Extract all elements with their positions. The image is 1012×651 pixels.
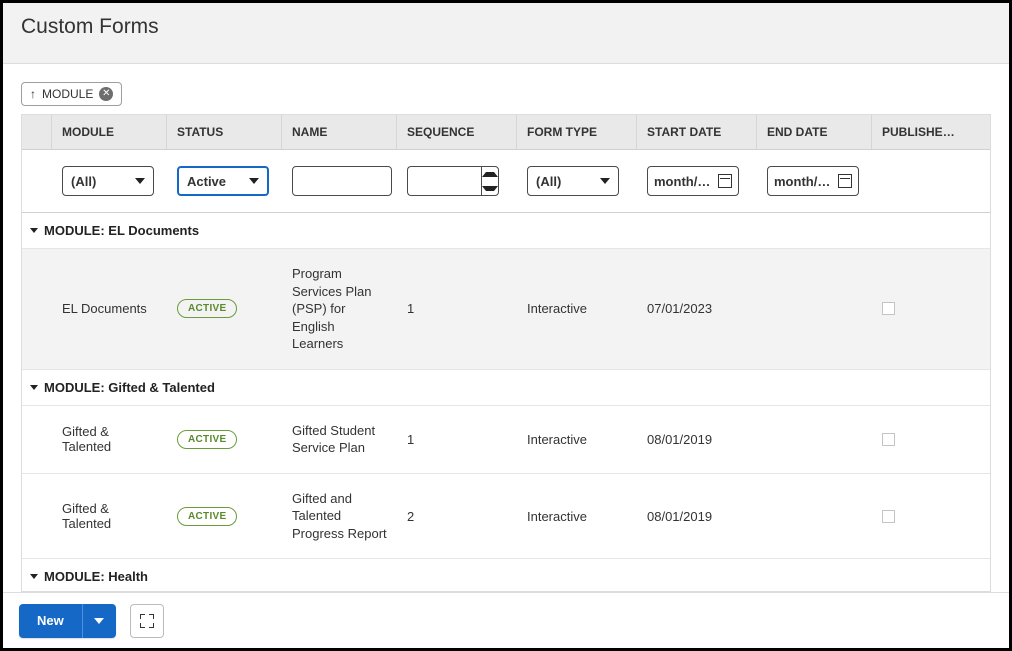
- grid-header-row: MODULE STATUS NAME SEQUENCE FORM TYPE ST…: [22, 115, 990, 150]
- cell-name: Gifted and Talented Progress Report: [282, 474, 397, 559]
- column-header-startdate[interactable]: START DATE: [637, 115, 757, 149]
- cell-published: [872, 474, 972, 559]
- status-badge: ACTIVE: [177, 507, 237, 526]
- filter-module-select[interactable]: (All): [62, 166, 154, 196]
- new-button-dropdown[interactable]: [82, 604, 116, 638]
- collapse-icon: [30, 385, 38, 390]
- cell-module: Gifted & Talented: [52, 474, 167, 559]
- cell-status: ACTIVE: [167, 406, 282, 473]
- chevron-down-icon: [249, 178, 259, 184]
- chevron-down-icon: [600, 178, 610, 184]
- cell-module: Gifted & Talented: [52, 406, 167, 473]
- table-row[interactable]: Gifted & Talented ACTIVE Gifted and Talent…: [22, 474, 990, 560]
- fullscreen-icon: [140, 614, 154, 628]
- grouping-chip-module[interactable]: ↑ MODULE ✕: [21, 82, 122, 106]
- cell-startdate: 07/01/2023: [637, 249, 757, 369]
- filter-sequence-spinner[interactable]: [407, 166, 499, 196]
- filter-module-value: (All): [71, 174, 96, 189]
- chevron-down-icon: [135, 178, 145, 184]
- app-frame: Custom Forms ↑ MODULE ✕ MODULE STATUS NA…: [0, 0, 1012, 651]
- collapse-icon: [30, 574, 38, 579]
- sort-asc-icon: ↑: [30, 87, 36, 101]
- cell-sequence: 1: [397, 406, 517, 473]
- group-header[interactable]: MODULE: Gifted & Talented: [22, 370, 990, 406]
- group-header[interactable]: MODULE: Health: [22, 559, 990, 591]
- cell-module: EL Documents: [52, 249, 167, 369]
- column-header-module[interactable]: MODULE: [52, 115, 167, 149]
- cell-formtype: Interactive: [517, 474, 637, 559]
- cell-startdate: 08/01/2019: [637, 474, 757, 559]
- grid-body[interactable]: MODULE: EL Documents EL Documents ACTIVE Pr…: [22, 213, 990, 591]
- column-expander: [22, 115, 52, 149]
- column-header-formtype[interactable]: FORM TYPE: [517, 115, 637, 149]
- date-placeholder: month/…: [654, 174, 710, 189]
- cell-name: Program Services Plan (PSP) for English …: [282, 249, 397, 369]
- forms-grid: MODULE STATUS NAME SEQUENCE FORM TYPE ST…: [21, 114, 991, 592]
- column-header-name[interactable]: NAME: [282, 115, 397, 149]
- group-label: MODULE: Health: [44, 569, 148, 584]
- column-header-published[interactable]: PUBLISHED T…: [872, 115, 972, 149]
- cell-startdate: 08/01/2019: [637, 406, 757, 473]
- increment-icon[interactable]: [482, 167, 498, 181]
- cell-name: Gifted Student Service Plan: [282, 406, 397, 473]
- group-label: MODULE: EL Documents: [44, 223, 199, 238]
- column-header-status[interactable]: STATUS: [167, 115, 282, 149]
- filter-startdate-input[interactable]: month/…: [647, 166, 739, 196]
- decrement-icon[interactable]: [482, 181, 498, 195]
- group-label: MODULE: Gifted & Talented: [44, 380, 215, 395]
- new-button-label: New: [19, 604, 82, 638]
- cell-published: [872, 406, 972, 473]
- cell-formtype: Interactive: [517, 249, 637, 369]
- collapse-icon: [30, 228, 38, 233]
- cell-enddate: [757, 406, 872, 473]
- cell-published: [872, 249, 972, 369]
- filter-name-input[interactable]: [292, 166, 392, 196]
- checkbox-icon[interactable]: [882, 302, 895, 315]
- grouping-chip-row: ↑ MODULE ✕: [21, 82, 991, 106]
- cell-sequence: 1: [397, 249, 517, 369]
- page-title: Custom Forms: [3, 3, 1009, 64]
- fullscreen-button[interactable]: [130, 604, 164, 638]
- cell-enddate: [757, 249, 872, 369]
- status-badge: ACTIVE: [177, 430, 237, 449]
- filter-status-select[interactable]: Active: [177, 166, 269, 196]
- filter-enddate-input[interactable]: month/…: [767, 166, 859, 196]
- date-placeholder: month/…: [774, 174, 830, 189]
- table-row[interactable]: Gifted & Talented ACTIVE Gifted Student Se…: [22, 406, 990, 474]
- calendar-icon: [718, 174, 732, 188]
- grouping-chip-label: MODULE: [42, 87, 93, 101]
- filter-formtype-select[interactable]: (All): [527, 166, 619, 196]
- cell-enddate: [757, 474, 872, 559]
- cell-status: ACTIVE: [167, 249, 282, 369]
- cell-formtype: Interactive: [517, 406, 637, 473]
- content: ↑ MODULE ✕ MODULE STATUS NAME SEQUENCE F…: [3, 64, 1009, 592]
- grid-filter-row: (All) Active: [22, 150, 990, 213]
- table-row[interactable]: EL Documents ACTIVE Program Services Plan …: [22, 249, 990, 370]
- cell-sequence: 2: [397, 474, 517, 559]
- checkbox-icon[interactable]: [882, 433, 895, 446]
- group-header[interactable]: MODULE: EL Documents: [22, 213, 990, 249]
- footer-bar: New: [3, 592, 1009, 648]
- close-icon[interactable]: ✕: [99, 87, 113, 101]
- filter-formtype-value: (All): [536, 174, 561, 189]
- checkbox-icon[interactable]: [882, 510, 895, 523]
- calendar-icon: [838, 174, 852, 188]
- status-badge: ACTIVE: [177, 299, 237, 318]
- chevron-down-icon: [94, 618, 104, 624]
- column-header-sequence[interactable]: SEQUENCE: [397, 115, 517, 149]
- new-button[interactable]: New: [19, 604, 116, 638]
- column-header-enddate[interactable]: END DATE: [757, 115, 872, 149]
- cell-status: ACTIVE: [167, 474, 282, 559]
- filter-status-value: Active: [187, 174, 226, 189]
